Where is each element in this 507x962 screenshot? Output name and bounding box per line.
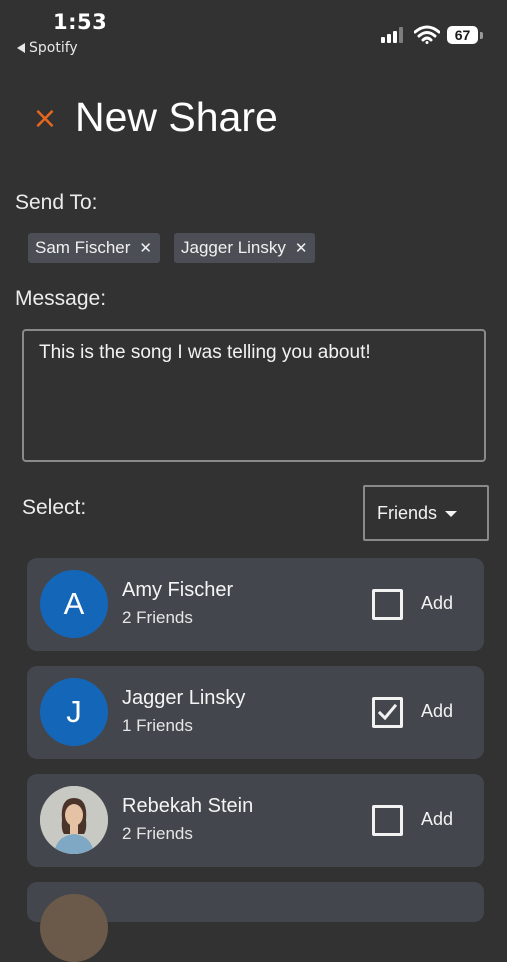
contact-card-partial [27, 882, 484, 962]
contact-friend-count: 2 Friends [122, 824, 193, 843]
cellular-signal-icon [381, 27, 403, 43]
contact-card: J Jagger Linsky 1 Friends Add [27, 666, 484, 759]
page-title: New Share [75, 94, 278, 140]
recipient-name: Sam Fischer [35, 238, 131, 257]
message-field[interactable]: This is the song I was telling you about… [22, 329, 486, 462]
message-label: Message: [15, 287, 107, 310]
avatar-photo [40, 894, 108, 962]
send-to-label: Send To: [15, 191, 98, 214]
back-to-app-link[interactable]: Spotify [17, 40, 78, 56]
recipient-chip: Sam Fischer ✕ [28, 233, 160, 263]
remove-recipient-icon[interactable]: ✕ [139, 239, 152, 257]
contact-name: Amy Fischer [122, 579, 234, 601]
add-checkbox[interactable] [372, 697, 403, 728]
contact-card: Rebekah Stein 2 Friends Add [27, 774, 484, 867]
battery-icon: 67 [447, 26, 485, 44]
select-label: Select: [22, 496, 87, 519]
contact-friend-count: 2 Friends [122, 608, 193, 627]
back-app-label: Spotify [29, 40, 78, 56]
wifi-icon [414, 25, 440, 44]
status-bar: 1:53 Spotify 67 [0, 0, 507, 64]
contact-card: A Amy Fischer 2 Friends Add [27, 558, 484, 651]
add-label: Add [421, 809, 454, 829]
close-icon[interactable]: × [32, 104, 58, 134]
friends-dropdown[interactable]: Friends [363, 485, 489, 541]
back-triangle-icon [17, 43, 25, 53]
add-label: Add [421, 593, 454, 613]
add-label: Add [421, 701, 454, 721]
add-checkbox[interactable] [372, 805, 403, 836]
recipient-name: Jagger Linsky [181, 238, 286, 257]
avatar-photo [40, 786, 108, 854]
dropdown-value: Friends [377, 502, 438, 523]
add-checkbox[interactable] [372, 589, 403, 620]
battery-tip [480, 32, 483, 39]
remove-recipient-icon[interactable]: ✕ [295, 239, 308, 257]
recipient-chips: Sam Fischer ✕ Jagger Linsky ✕ [28, 233, 316, 263]
battery-level: 67 [447, 26, 478, 44]
status-time: 1:53 [53, 10, 108, 34]
caret-down-icon [445, 511, 458, 517]
recipient-chip: Jagger Linsky ✕ [174, 233, 316, 263]
contact-name: Jagger Linsky [122, 687, 246, 709]
avatar: J [40, 678, 108, 746]
checkmark-icon [377, 703, 398, 721]
avatar: A [40, 570, 108, 638]
contact-friend-count: 1 Friends [122, 716, 193, 735]
contact-name: Rebekah Stein [122, 795, 254, 817]
